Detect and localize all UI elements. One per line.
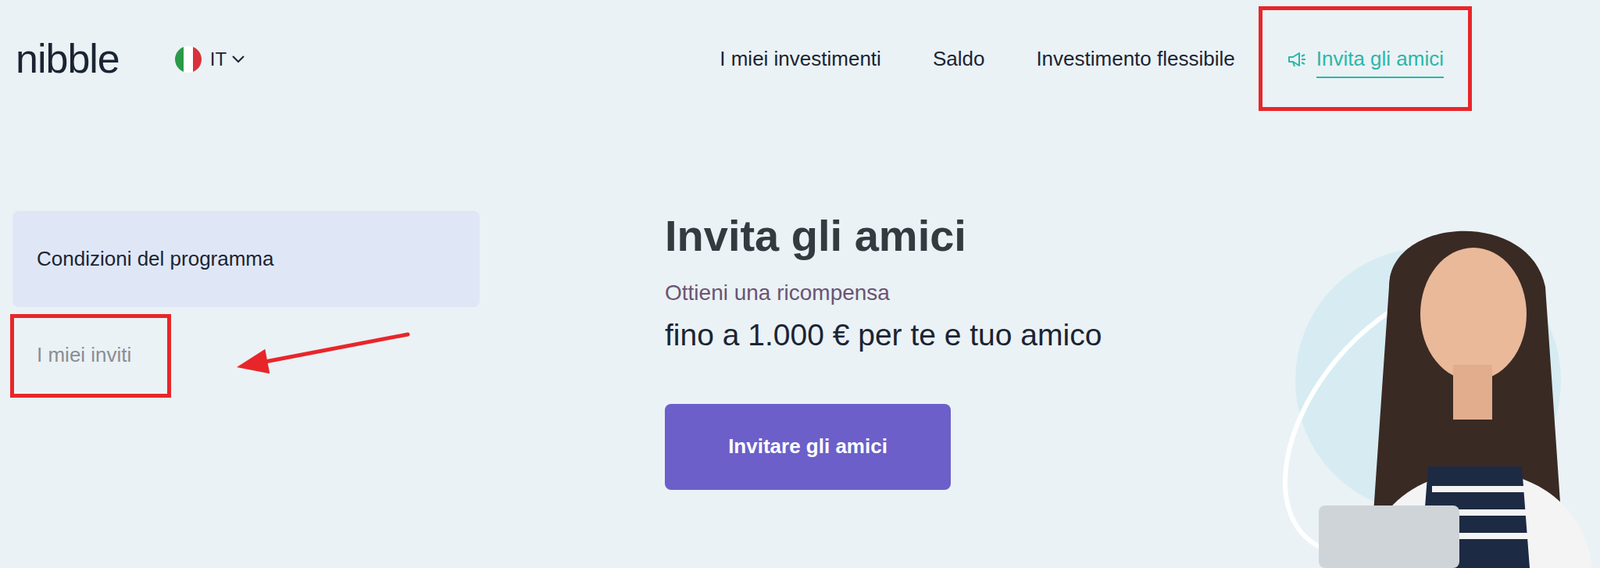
content: Condizioni del programma I miei inviti Inv…: [0, 210, 1600, 490]
nav-link[interactable]: Saldo: [932, 40, 986, 78]
logo[interactable]: nibble: [15, 36, 120, 82]
hero-subtitle: Ottieni una ricompensa: [664, 279, 1102, 307]
hero: Invita gli amici Ottieni una ricompensa fi…: [664, 210, 1102, 490]
sidebar: Condizioni del programma I miei inviti: [12, 210, 480, 404]
hero-reward: fino a 1.000 € per te e tuo amico: [664, 317, 1102, 354]
invite-button-label[interactable]: Invitare gli amici: [728, 431, 888, 462]
main-nav: I miei investimenti Saldo Investimento fle…: [719, 40, 1444, 78]
nav-link[interactable]: I miei investimenti: [719, 40, 882, 78]
top-bar: nibble IT I miei investimenti Saldo Investim…: [0, 0, 1600, 119]
language-selector[interactable]: IT: [174, 45, 246, 74]
nav-link[interactable]: Invita gli amici: [1316, 40, 1444, 78]
chevron-down-icon: [231, 54, 246, 65]
nav-item[interactable]: I miei investimenti: [719, 40, 882, 78]
megaphone-icon: [1286, 50, 1308, 69]
woman-photo: [1271, 185, 1600, 568]
italy-flag-icon: [174, 45, 203, 74]
sidebar-item[interactable]: I miei inviti: [12, 307, 480, 404]
nav-item[interactable]: Saldo: [932, 40, 986, 78]
language-code[interactable]: IT: [210, 45, 227, 74]
sidebar-item[interactable]: Condizioni del programma: [12, 210, 480, 308]
sidebar-link[interactable]: I miei inviti: [36, 342, 132, 368]
highlight-box: [1258, 6, 1472, 111]
red-arrow-icon: [12, 307, 480, 404]
hero-photo: [1271, 185, 1600, 568]
invite-button[interactable]: Invitare gli amici: [664, 403, 951, 490]
hero-title: Invita gli amici: [664, 210, 1102, 261]
highlight-box: [10, 314, 172, 398]
nav-item[interactable]: Invita gli amici: [1286, 40, 1444, 78]
sidebar-link[interactable]: Condizioni del programma: [36, 246, 274, 272]
nav-item[interactable]: Investimento flessibile: [1035, 40, 1235, 78]
nav-link[interactable]: Investimento flessibile: [1035, 40, 1235, 78]
